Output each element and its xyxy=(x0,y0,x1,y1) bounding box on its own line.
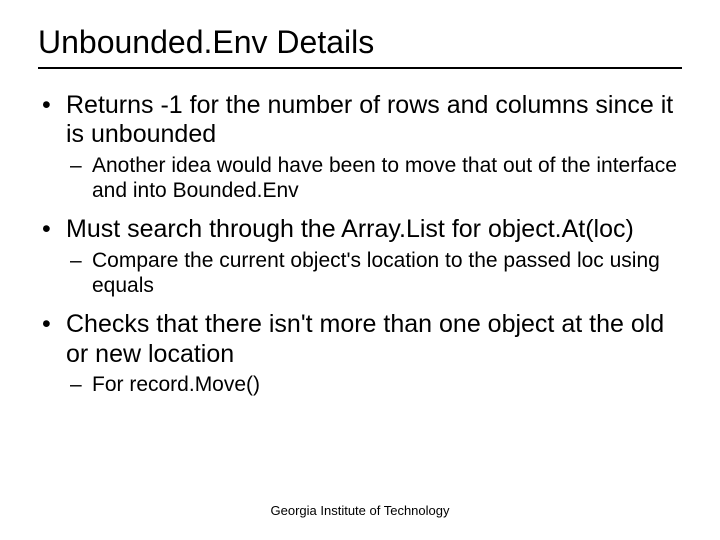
bullet-text: Must search through the Array.List for o… xyxy=(66,215,634,243)
sub-bullet-item: Compare the current object's location to… xyxy=(66,249,682,299)
sub-bullet-text: Another idea would have been to move tha… xyxy=(92,154,677,202)
slide: Unbounded.Env Details Returns -1 for the… xyxy=(0,0,720,540)
title-underline xyxy=(38,67,682,69)
sub-bullet-item: For record.Move() xyxy=(66,373,682,398)
footer-text: Georgia Institute of Technology xyxy=(0,503,720,518)
bullet-list: Returns -1 for the number of rows and co… xyxy=(38,91,682,398)
sub-bullet-text: For record.Move() xyxy=(92,373,260,396)
sub-bullet-list: Compare the current object's location to… xyxy=(66,249,682,299)
bullet-item: Returns -1 for the number of rows and co… xyxy=(38,91,682,204)
bullet-text: Checks that there isn't more than one ob… xyxy=(66,310,664,368)
sub-bullet-text: Compare the current object's location to… xyxy=(92,249,660,297)
sub-bullet-list: Another idea would have been to move tha… xyxy=(66,154,682,204)
bullet-item: Checks that there isn't more than one ob… xyxy=(38,310,682,398)
bullet-text: Returns -1 for the number of rows and co… xyxy=(66,91,673,149)
slide-title: Unbounded.Env Details xyxy=(38,24,682,61)
sub-bullet-list: For record.Move() xyxy=(66,373,682,398)
sub-bullet-item: Another idea would have been to move tha… xyxy=(66,154,682,204)
bullet-item: Must search through the Array.List for o… xyxy=(38,215,682,298)
